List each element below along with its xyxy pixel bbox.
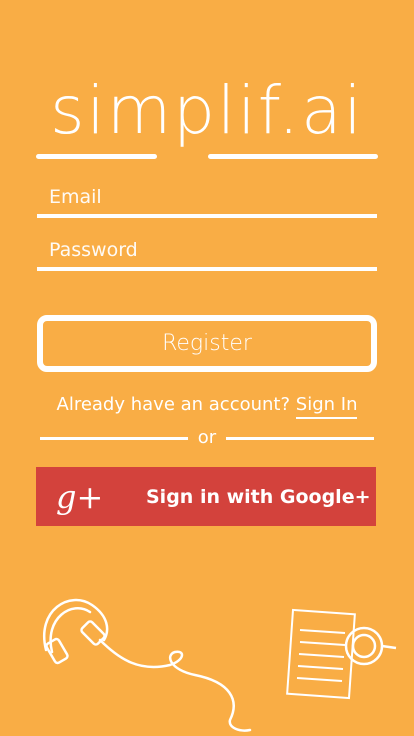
notebook-icon [286,608,356,700]
decorative-illustrations [43,598,397,732]
headphones-icon [43,598,252,732]
